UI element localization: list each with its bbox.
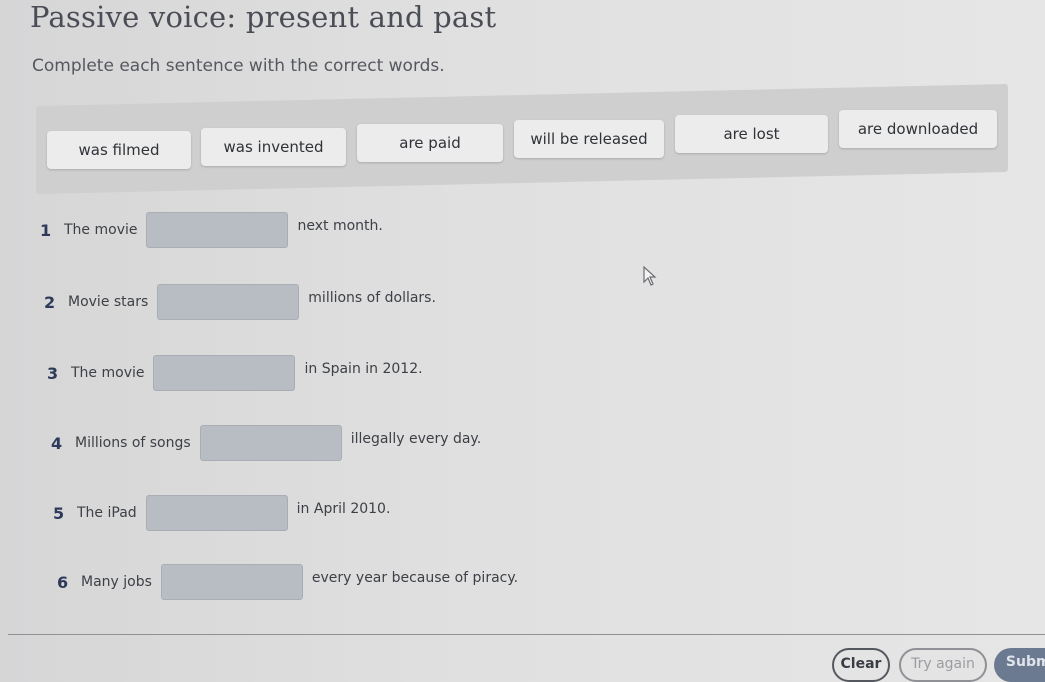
- answer-gap-4[interactable]: [199, 425, 342, 461]
- question-number: 3: [47, 363, 59, 383]
- instruction-text: Complete each sentence with the correct …: [32, 56, 445, 76]
- question-text-after: millions of dollars.: [308, 290, 436, 306]
- question-text-after: every year because of piracy.: [311, 570, 519, 586]
- word-chip-are-paid[interactable]: are paid: [357, 124, 503, 162]
- question-text-after: in April 2010.: [296, 501, 391, 517]
- question-text-before: The iPad: [77, 505, 137, 521]
- question-text-after: next month.: [297, 218, 383, 234]
- question-number: 6: [57, 572, 69, 592]
- question-row: 6 Many jobs every year because of piracy…: [57, 564, 518, 600]
- question-number: 5: [53, 503, 65, 523]
- answer-gap-5[interactable]: [145, 495, 288, 531]
- question-text-before: The movie: [71, 365, 145, 381]
- submit-button[interactable]: Submit: [994, 648, 1045, 682]
- footer-divider: [8, 634, 1045, 635]
- word-chip-will-be-released[interactable]: will be released: [514, 120, 664, 158]
- question-text-before: Movie stars: [68, 294, 149, 310]
- question-row: 5 The iPad in April 2010.: [53, 495, 390, 531]
- mouse-cursor-icon: [643, 266, 657, 286]
- word-chip-was-invented[interactable]: was invented: [201, 128, 346, 166]
- answer-gap-1[interactable]: [146, 212, 289, 248]
- answer-gap-6[interactable]: [160, 564, 303, 600]
- question-row: 3 The movie in Spain in 2012.: [47, 355, 423, 391]
- question-number: 4: [51, 433, 63, 453]
- question-row: 2 Movie stars millions of dollars.: [44, 284, 436, 320]
- question-text-before: Millions of songs: [75, 435, 191, 451]
- question-text-before: Many jobs: [81, 574, 152, 590]
- question-text-after: illegally every day.: [350, 431, 482, 447]
- answer-gap-2[interactable]: [157, 284, 300, 320]
- try-again-button[interactable]: Try again: [899, 648, 987, 682]
- question-row: 1 The movie next month.: [40, 212, 383, 248]
- question-text-before: The movie: [64, 222, 138, 238]
- clear-button[interactable]: Clear: [832, 648, 890, 682]
- question-row: 4 Millions of songs illegally every day.: [51, 425, 481, 461]
- word-chip-are-downloaded[interactable]: are downloaded: [839, 110, 997, 148]
- question-text-after: in Spain in 2012.: [304, 361, 423, 377]
- word-chip-are-lost[interactable]: are lost: [675, 115, 828, 153]
- question-number: 1: [40, 220, 52, 240]
- answer-gap-3[interactable]: [153, 355, 296, 391]
- question-number: 2: [44, 292, 56, 312]
- page-title: Passive voice: present and past: [30, 0, 497, 34]
- word-chip-was-filmed[interactable]: was filmed: [47, 131, 191, 169]
